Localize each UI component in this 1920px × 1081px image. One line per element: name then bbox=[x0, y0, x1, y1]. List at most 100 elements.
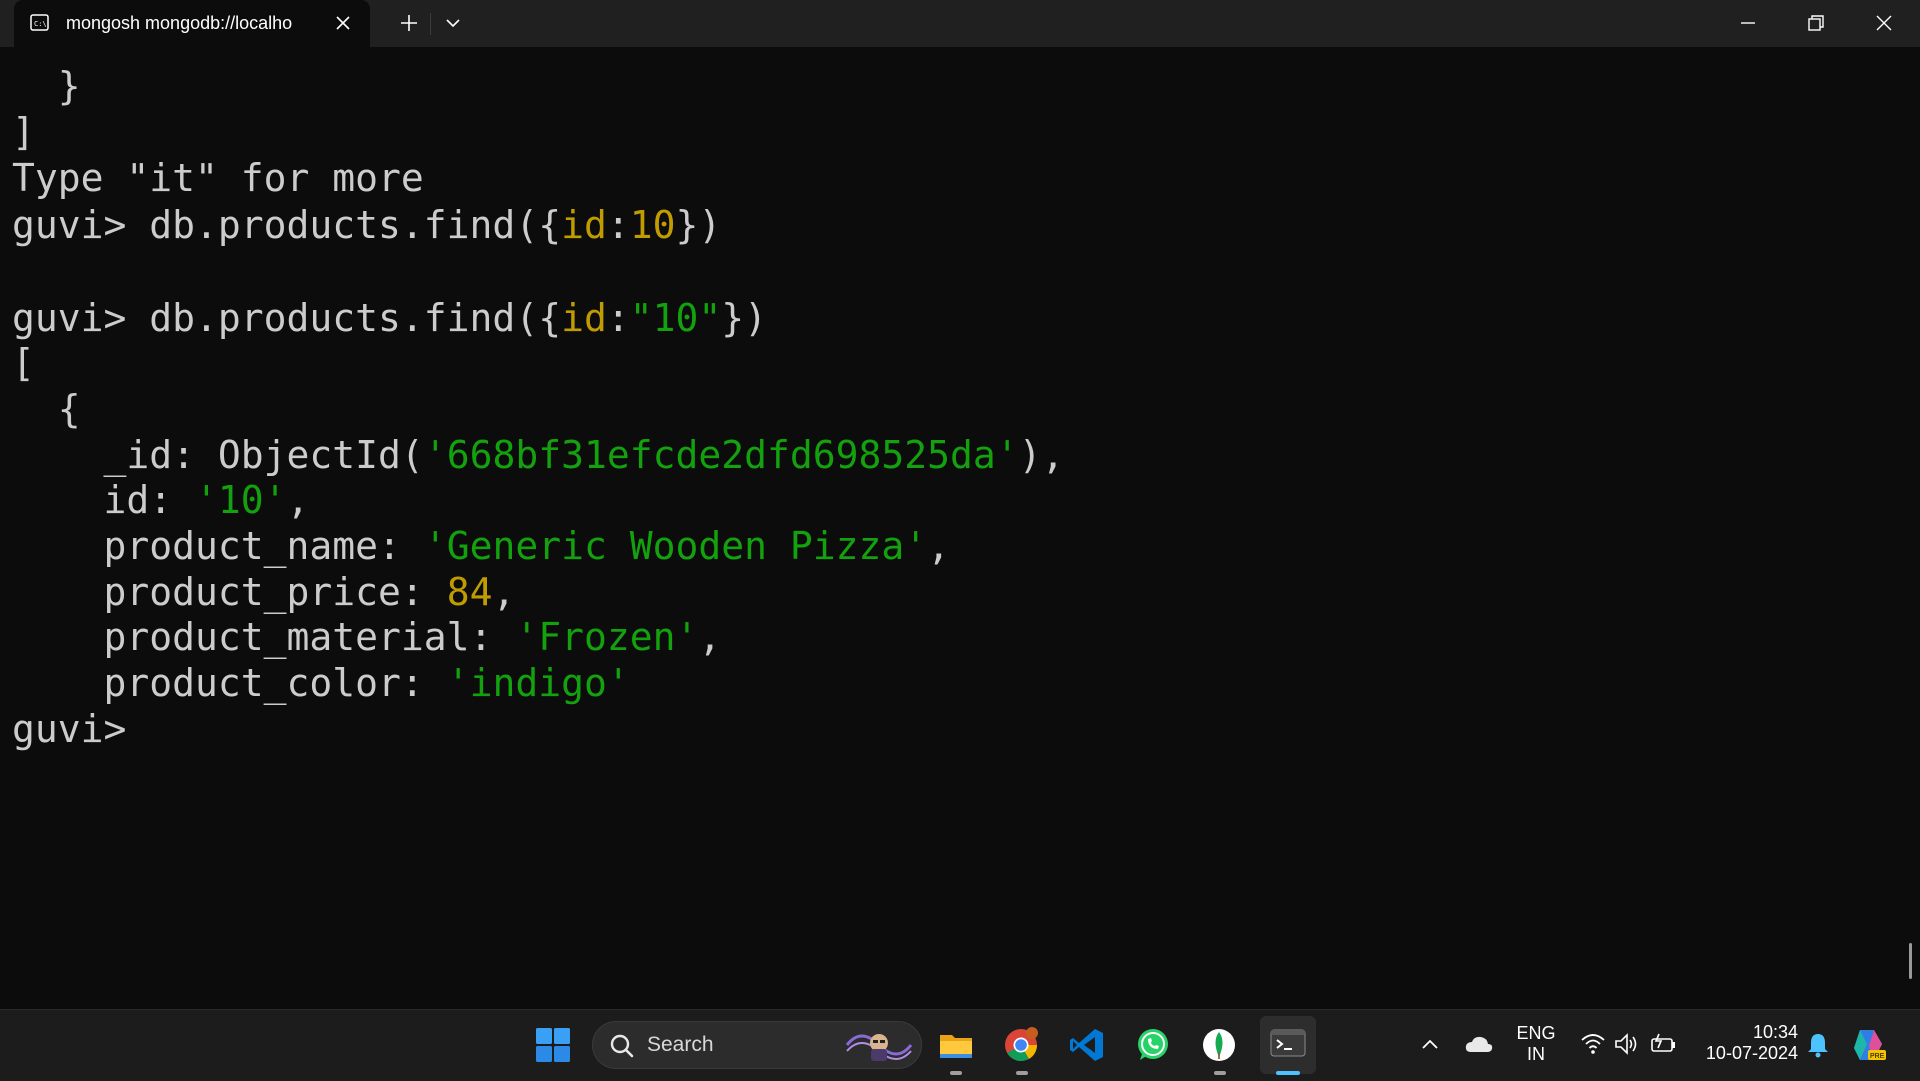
terminal-text: , bbox=[927, 524, 951, 568]
terminal-line: product_name: 'Generic Wooden Pizza', bbox=[12, 523, 951, 569]
active-indicator bbox=[1276, 1071, 1300, 1075]
terminal-text: 84 bbox=[446, 570, 493, 614]
terminal-text: [ bbox=[12, 341, 35, 385]
terminal-line: } bbox=[12, 63, 81, 109]
tab-mongosh[interactable]: C:\ mongosh mongodb://localho bbox=[14, 0, 370, 47]
terminal-text: id: bbox=[12, 478, 196, 522]
new-tab-icon[interactable] bbox=[394, 8, 424, 38]
onedrive-cloud-icon[interactable] bbox=[1464, 1034, 1494, 1056]
tab-title: mongosh mongodb://localho bbox=[66, 13, 293, 33]
whatsapp-icon bbox=[1138, 1029, 1168, 1060]
terminal-line: product_material: 'Frozen', bbox=[12, 614, 722, 660]
scrollbar[interactable] bbox=[1909, 943, 1912, 979]
terminal-text: , bbox=[492, 570, 516, 614]
terminal-text: guvi> bbox=[12, 707, 127, 751]
terminal-text: product_material: bbox=[12, 615, 516, 659]
terminal-text: { bbox=[12, 387, 81, 431]
terminal-line: guvi> db.products.find({id:"10"}) bbox=[12, 295, 767, 341]
terminal-text: : bbox=[606, 203, 630, 247]
terminal-button[interactable] bbox=[1260, 1016, 1316, 1074]
chevron-down-icon[interactable] bbox=[438, 8, 468, 38]
start-button[interactable] bbox=[528, 1020, 578, 1070]
mongodb-compass-icon bbox=[1203, 1029, 1235, 1061]
terminal-text: _id: ObjectId( bbox=[12, 433, 424, 477]
vscode-button[interactable] bbox=[1062, 1020, 1112, 1070]
terminal-text: } bbox=[12, 64, 81, 108]
volume-icon[interactable] bbox=[1614, 1032, 1642, 1056]
terminal-text: "10" bbox=[629, 296, 722, 340]
battery-icon[interactable] bbox=[1650, 1032, 1678, 1056]
chrome-button[interactable] bbox=[996, 1020, 1046, 1070]
chrome-icon bbox=[1005, 1027, 1038, 1062]
restore-icon bbox=[1808, 15, 1824, 31]
notification-bell-icon[interactable] bbox=[1806, 1032, 1830, 1058]
file-explorer-icon bbox=[940, 1035, 972, 1058]
terminal-text: guvi> db.products.find({ bbox=[12, 203, 562, 247]
terminal-text: }) bbox=[675, 203, 722, 247]
language-indicator[interactable]: ENG IN bbox=[1512, 1023, 1560, 1065]
terminal-text: , bbox=[698, 615, 722, 659]
terminal-text: Type "it" for more bbox=[12, 156, 424, 200]
clock-time: 10:34 bbox=[1752, 1022, 1798, 1042]
terminal-line: guvi> bbox=[12, 706, 126, 752]
restore-button[interactable] bbox=[1782, 0, 1850, 47]
terminal-line: product_price: 84, bbox=[12, 569, 516, 615]
terminal-line: Type "it" for more bbox=[12, 155, 424, 201]
terminal-icon: C:\ bbox=[30, 14, 49, 31]
minimize-icon bbox=[1741, 22, 1755, 24]
clock[interactable]: 10:34 10-07-2024 bbox=[1698, 1022, 1798, 1064]
terminal-line: id: '10', bbox=[12, 477, 310, 523]
terminal-line: { bbox=[12, 386, 81, 432]
terminal-line: _id: ObjectId('668bf31efcde2dfd698525da'… bbox=[12, 432, 1065, 478]
terminal-text: 'indigo' bbox=[446, 661, 630, 705]
whatsapp-button[interactable] bbox=[1128, 1020, 1178, 1070]
terminal-text: ), bbox=[1018, 433, 1065, 477]
svg-text:PRE: PRE bbox=[1870, 1053, 1885, 1060]
vscode-icon bbox=[1070, 1029, 1103, 1061]
running-indicator bbox=[1016, 1071, 1028, 1075]
terminal-text: product_name: bbox=[12, 524, 424, 568]
close-icon bbox=[1876, 15, 1892, 31]
terminal-text: product_color: bbox=[12, 661, 447, 705]
terminal-text: }) bbox=[721, 296, 768, 340]
clock-date: 10-07-2024 bbox=[1705, 1043, 1798, 1063]
file-explorer-button[interactable] bbox=[931, 1020, 981, 1070]
terminal-output[interactable]: }] Type "it" for more guvi> db.products.fi… bbox=[0, 47, 1920, 1009]
terminal-text: product_price: bbox=[12, 570, 447, 614]
terminal-text: 10 bbox=[629, 203, 676, 247]
terminal-line: [ bbox=[12, 340, 35, 386]
terminal-line: ] bbox=[12, 109, 35, 155]
copilot-icon[interactable]: PRE bbox=[1850, 1026, 1888, 1064]
taskbar-search[interactable]: Search bbox=[592, 1021, 922, 1069]
terminal-line: product_color: 'indigo' bbox=[12, 660, 630, 706]
svg-text:C:\: C:\ bbox=[34, 20, 47, 28]
region-code: IN bbox=[1527, 1044, 1545, 1064]
close-window-button[interactable] bbox=[1850, 0, 1918, 47]
terminal-text: ] bbox=[12, 110, 35, 154]
wifi-icon[interactable] bbox=[1580, 1032, 1606, 1056]
title-bar: C:\ mongosh mongodb://localho bbox=[0, 0, 1920, 47]
chevron-up-icon[interactable] bbox=[1419, 1034, 1441, 1056]
tab-divider bbox=[430, 13, 431, 35]
search-highlight-icon bbox=[845, 1034, 913, 1061]
terminal-text: : bbox=[606, 296, 630, 340]
terminal-text: , bbox=[286, 478, 310, 522]
running-indicator bbox=[1214, 1071, 1226, 1075]
language-code: ENG bbox=[1516, 1023, 1556, 1043]
terminal-text: guvi> db.products.find({ bbox=[12, 296, 562, 340]
terminal-icon bbox=[1270, 1029, 1306, 1057]
close-tab-icon[interactable] bbox=[332, 12, 354, 34]
minimize-button[interactable] bbox=[1714, 0, 1782, 47]
terminal-line: guvi> db.products.find({id:10}) bbox=[12, 202, 721, 248]
terminal-text: id bbox=[561, 296, 607, 340]
windows-logo-icon bbox=[536, 1028, 570, 1062]
search-icon bbox=[610, 1034, 634, 1058]
running-indicator bbox=[950, 1071, 962, 1075]
taskbar: Search ENG IN 10:34 10-07-2024 PRE bbox=[0, 1009, 1920, 1081]
mongodb-compass-button[interactable] bbox=[1194, 1020, 1244, 1070]
terminal-text: 'Generic Wooden Pizza' bbox=[423, 524, 928, 568]
terminal-text: id bbox=[561, 203, 607, 247]
terminal-text: '10' bbox=[195, 478, 287, 522]
terminal-text: 'Frozen' bbox=[515, 615, 699, 659]
search-label: Search bbox=[647, 1033, 714, 1056]
